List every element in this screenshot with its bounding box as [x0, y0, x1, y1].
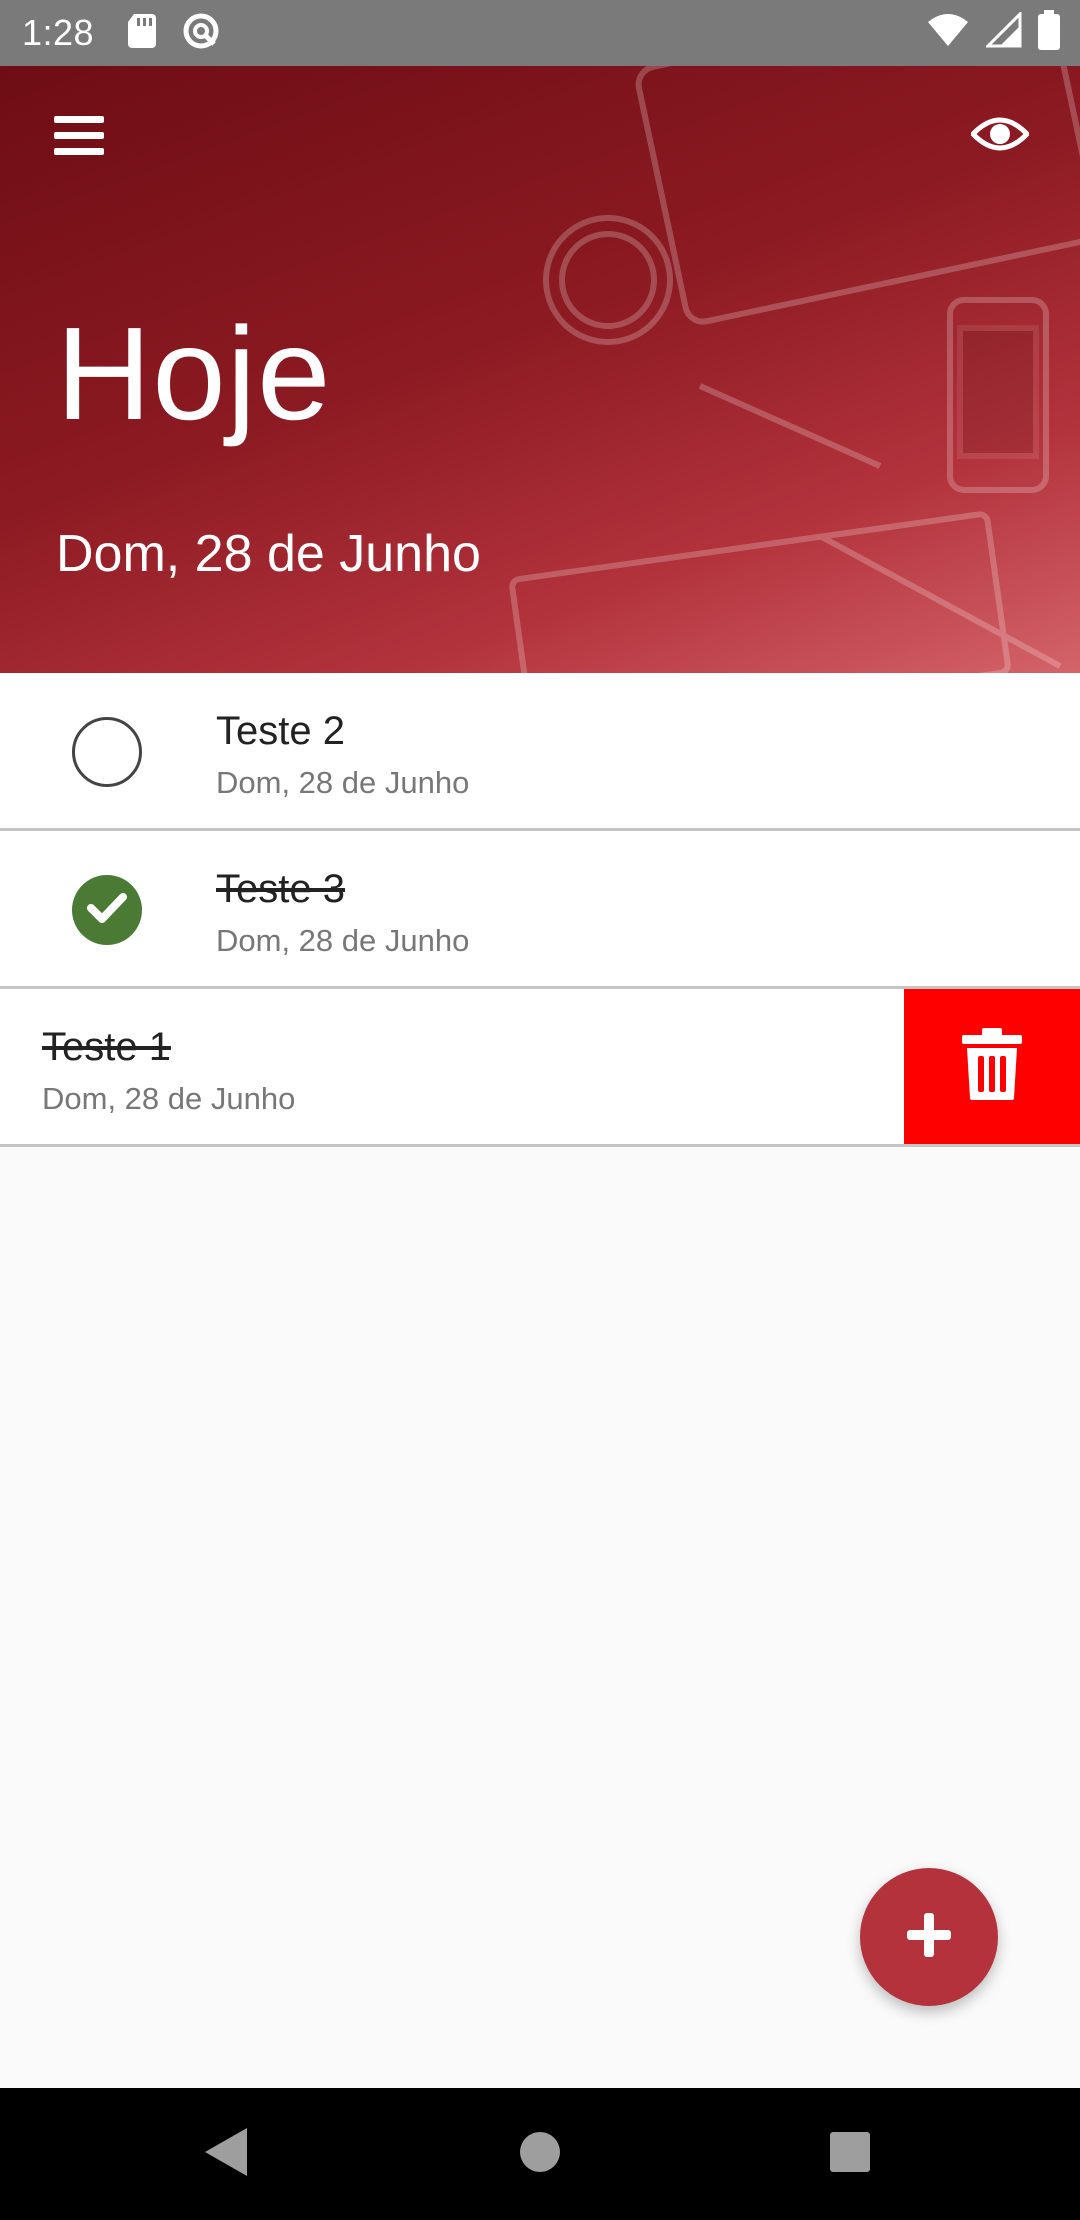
eye-icon: [969, 114, 1031, 159]
task-title: Teste 3: [216, 867, 345, 911]
page-title: Hoje: [56, 300, 332, 447]
task-date: Dom, 28 de Junho: [216, 923, 470, 958]
header-banner: Hoje Dom, 28 de Junho: [0, 66, 1080, 673]
task-row[interactable]: Teste 3 Dom, 28 de Junho: [0, 831, 1080, 989]
trash-icon: [962, 1028, 1022, 1105]
delete-task-button[interactable]: [904, 989, 1080, 1144]
home-button[interactable]: [504, 2118, 576, 2190]
header-date: Dom, 28 de Junho: [56, 525, 481, 583]
checkmark-icon: [87, 892, 127, 929]
battery-icon: [1038, 10, 1060, 55]
system-nav-bar: [0, 2088, 1080, 2220]
cell-signal-icon: [984, 10, 1022, 53]
hamburger-menu-icon: [54, 114, 104, 161]
vpn-key-icon: [182, 12, 220, 55]
task-checkbox[interactable]: [72, 717, 142, 787]
task-title: Teste 2: [216, 709, 345, 753]
status-bar: 1:28: [0, 0, 1080, 66]
menu-button[interactable]: [44, 102, 114, 172]
recents-icon: [829, 2131, 871, 2178]
task-date: Dom, 28 de Junho: [42, 1081, 296, 1116]
toggle-visibility-button[interactable]: [960, 96, 1040, 176]
back-button[interactable]: [190, 2118, 262, 2190]
status-time: 1:28: [22, 12, 95, 53]
back-icon: [203, 2126, 249, 2183]
task-title: Teste 1: [42, 1025, 171, 1069]
task-row-swiped[interactable]: Teste 1 Dom, 28 de Junho: [0, 989, 1080, 1147]
sd-card-icon: [128, 13, 158, 53]
task-date: Dom, 28 de Junho: [216, 765, 470, 800]
recents-button[interactable]: [814, 2118, 886, 2190]
wifi-icon: [926, 12, 970, 53]
plus-icon: [907, 1912, 951, 1962]
home-icon: [519, 2131, 561, 2178]
task-checkbox[interactable]: [72, 875, 142, 945]
add-task-button[interactable]: [860, 1868, 998, 2006]
task-row[interactable]: Teste 2 Dom, 28 de Junho: [0, 673, 1080, 831]
